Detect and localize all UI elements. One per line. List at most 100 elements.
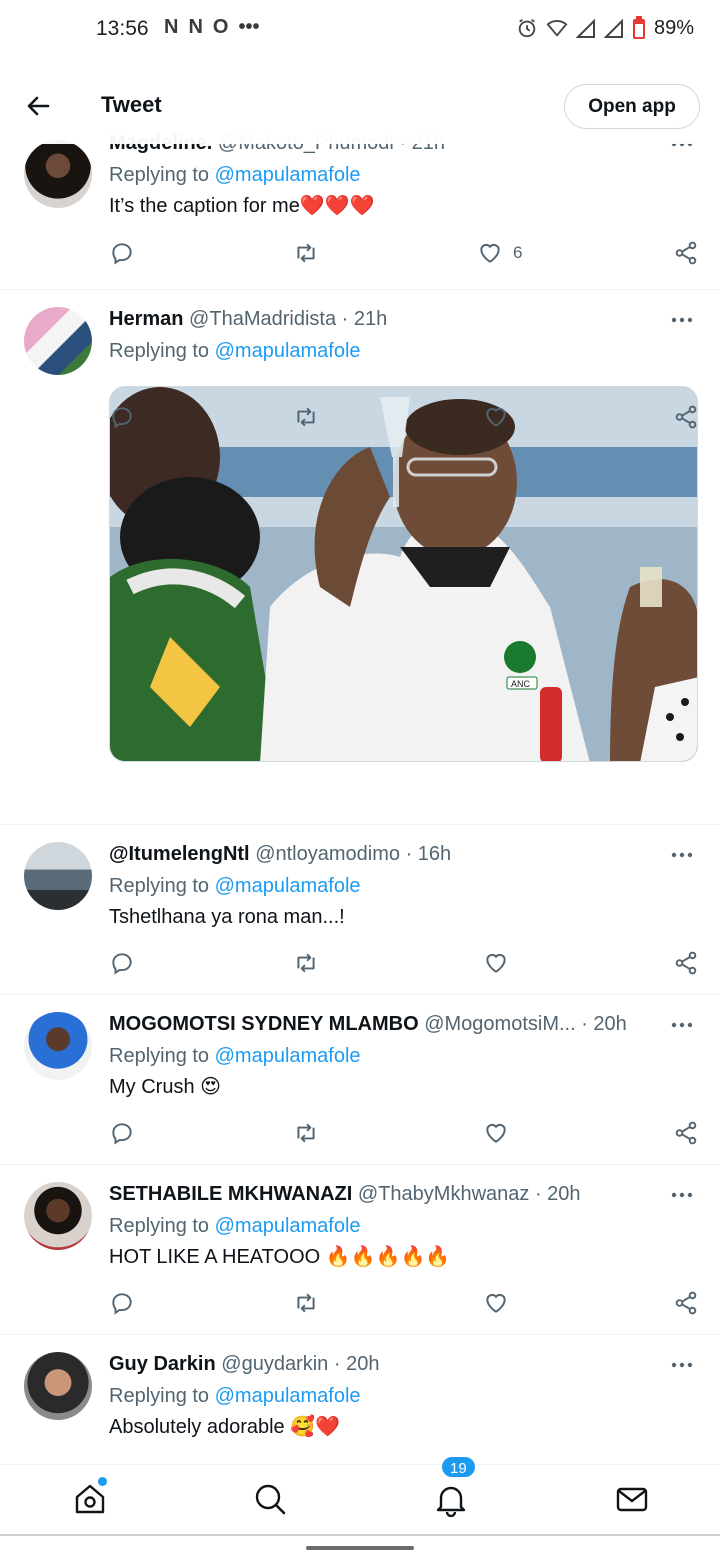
tweet[interactable]: Herman @ThaMadridista · 21h Replying to …: [0, 290, 720, 825]
reply-button[interactable]: [109, 1119, 135, 1147]
mention-link[interactable]: @mapulamafole: [215, 875, 361, 897]
signal-icon: [575, 18, 595, 38]
more-icon[interactable]: [670, 845, 694, 865]
share-button[interactable]: [673, 239, 699, 267]
avatar[interactable]: [24, 140, 92, 208]
author-handle[interactable]: @guydarkin: [221, 1353, 328, 1375]
share-button[interactable]: [673, 1289, 699, 1317]
mention-link[interactable]: @mapulamafole: [215, 164, 361, 186]
more-icon[interactable]: [670, 1015, 694, 1035]
like-button[interactable]: [483, 403, 509, 431]
heart-icon: [486, 1123, 506, 1143]
tweet[interactable]: @ItumelengNtl @ntloyamodimo · 16h Replyi…: [0, 825, 720, 995]
tweet[interactable]: Magdeline. @Makoto_Phumodi · 21h Replyin…: [0, 124, 720, 290]
retweet-button[interactable]: [293, 403, 319, 431]
share-icon: [675, 241, 697, 265]
share-icon: [675, 1291, 697, 1315]
share-button[interactable]: [673, 949, 699, 977]
open-app-button[interactable]: Open app: [564, 84, 700, 129]
anc-badge-text: ANC: [511, 679, 531, 689]
page-title: Tweet: [101, 92, 162, 117]
nav-notifications[interactable]: [433, 1481, 469, 1518]
like-button[interactable]: 6: [477, 239, 522, 267]
replying-to: Replying to @mapulamafole: [109, 164, 361, 186]
status-notification-icons: N N O •••: [164, 16, 259, 39]
more-icon[interactable]: [670, 310, 694, 330]
avatar[interactable]: [24, 1182, 92, 1250]
replies-feed[interactable]: Magdeline. @Makoto_Phumodi · 21h Replyin…: [0, 124, 720, 1464]
nav-messages[interactable]: [614, 1481, 650, 1517]
tweet-time: · 20h: [333, 1353, 380, 1375]
emoji: ❤️❤️❤️: [299, 195, 375, 217]
reply-button[interactable]: [109, 239, 135, 267]
status-more-icon: •••: [238, 16, 260, 38]
more-icon[interactable]: [670, 1185, 694, 1205]
tweet-media-image[interactable]: ANC: [109, 386, 698, 762]
author-handle[interactable]: @MogomotsiM...: [424, 1013, 575, 1035]
reply-icon: [112, 1123, 132, 1145]
reply-button[interactable]: [109, 403, 135, 431]
like-count: 6: [513, 243, 523, 262]
nav-home[interactable]: [72, 1481, 108, 1517]
tweet-actions: [109, 1289, 699, 1317]
tweet-text: HOT LIKE A HEATOOO 🔥🔥🔥🔥🔥: [109, 1246, 451, 1268]
signal-icon: [603, 18, 623, 38]
heart-icon: [486, 407, 506, 427]
search-icon: [255, 1484, 286, 1515]
share-icon: [675, 1121, 697, 1145]
tweet[interactable]: Guy Darkin @guydarkin · 20h Replying to …: [0, 1335, 720, 1464]
avatar[interactable]: [24, 1352, 92, 1420]
retweet-button[interactable]: [293, 1289, 319, 1317]
author-handle[interactable]: @ThaMadridista: [189, 308, 336, 330]
messages-icon: [616, 1487, 648, 1512]
gesture-bar[interactable]: [306, 1546, 414, 1550]
retweet-button[interactable]: [293, 239, 319, 267]
arrow-left-icon: [27, 96, 50, 116]
avatar[interactable]: [24, 307, 92, 375]
tweet[interactable]: MOGOMOTSI SYDNEY MLAMBO @MogomotsiM... ·…: [0, 995, 720, 1165]
tweet-actions: [109, 1119, 699, 1147]
notification-n-icon: N: [188, 16, 203, 38]
notifications-badge: 19: [440, 1455, 477, 1479]
retweet-icon: [297, 243, 315, 263]
mention-link[interactable]: @mapulamafole: [215, 340, 361, 362]
reply-button[interactable]: [109, 1289, 135, 1317]
retweet-button[interactable]: [293, 949, 319, 977]
share-button[interactable]: [673, 403, 699, 431]
replying-to: Replying to @mapulamafole: [109, 1215, 361, 1237]
back-button[interactable]: [22, 90, 54, 122]
avatar[interactable]: [24, 1012, 92, 1080]
mention-link[interactable]: @mapulamafole: [215, 1385, 361, 1407]
retweet-button[interactable]: [293, 1119, 319, 1147]
like-button[interactable]: [483, 1289, 509, 1317]
tweet-text: Absolutely adorable 🥰❤️: [109, 1416, 341, 1438]
replying-to: Replying to @mapulamafole: [109, 1385, 361, 1407]
notification-n-icon: N: [164, 16, 179, 38]
share-button[interactable]: [673, 1119, 699, 1147]
share-icon: [675, 405, 697, 429]
replying-to: Replying to @mapulamafole: [109, 1045, 361, 1067]
author-handle[interactable]: @ntloyamodimo: [255, 843, 400, 865]
author-name[interactable]: MOGOMOTSI SYDNEY MLAMBO: [109, 1013, 419, 1035]
reply-button[interactable]: [109, 949, 135, 977]
heart-icon: [486, 953, 506, 973]
like-button[interactable]: [483, 1119, 509, 1147]
author-name[interactable]: Herman: [109, 308, 183, 330]
more-icon[interactable]: [670, 1355, 694, 1375]
mention-link[interactable]: @mapulamafole: [215, 1045, 361, 1067]
author-name[interactable]: @ItumelengNtl: [109, 843, 250, 865]
photo-man-toasting: ANC: [110, 387, 697, 761]
reply-icon: [112, 243, 132, 265]
retweet-icon: [297, 1123, 315, 1143]
nav-search[interactable]: [252, 1481, 288, 1517]
mention-link[interactable]: @mapulamafole: [215, 1215, 361, 1237]
emoji: 🥰❤️: [290, 1416, 341, 1438]
like-button[interactable]: [483, 949, 509, 977]
tweet[interactable]: SETHABILE MKHWANAZI @ThabyMkhwanaz · 20h…: [0, 1165, 720, 1335]
author-name[interactable]: SETHABILE MKHWANAZI: [109, 1183, 352, 1205]
status-bar: 13:56 N N O ••• 89%: [0, 0, 720, 60]
heart-icon: [480, 243, 500, 263]
avatar[interactable]: [24, 842, 92, 910]
author-handle[interactable]: @ThabyMkhwanaz: [358, 1183, 529, 1205]
author-name[interactable]: Guy Darkin: [109, 1353, 216, 1375]
